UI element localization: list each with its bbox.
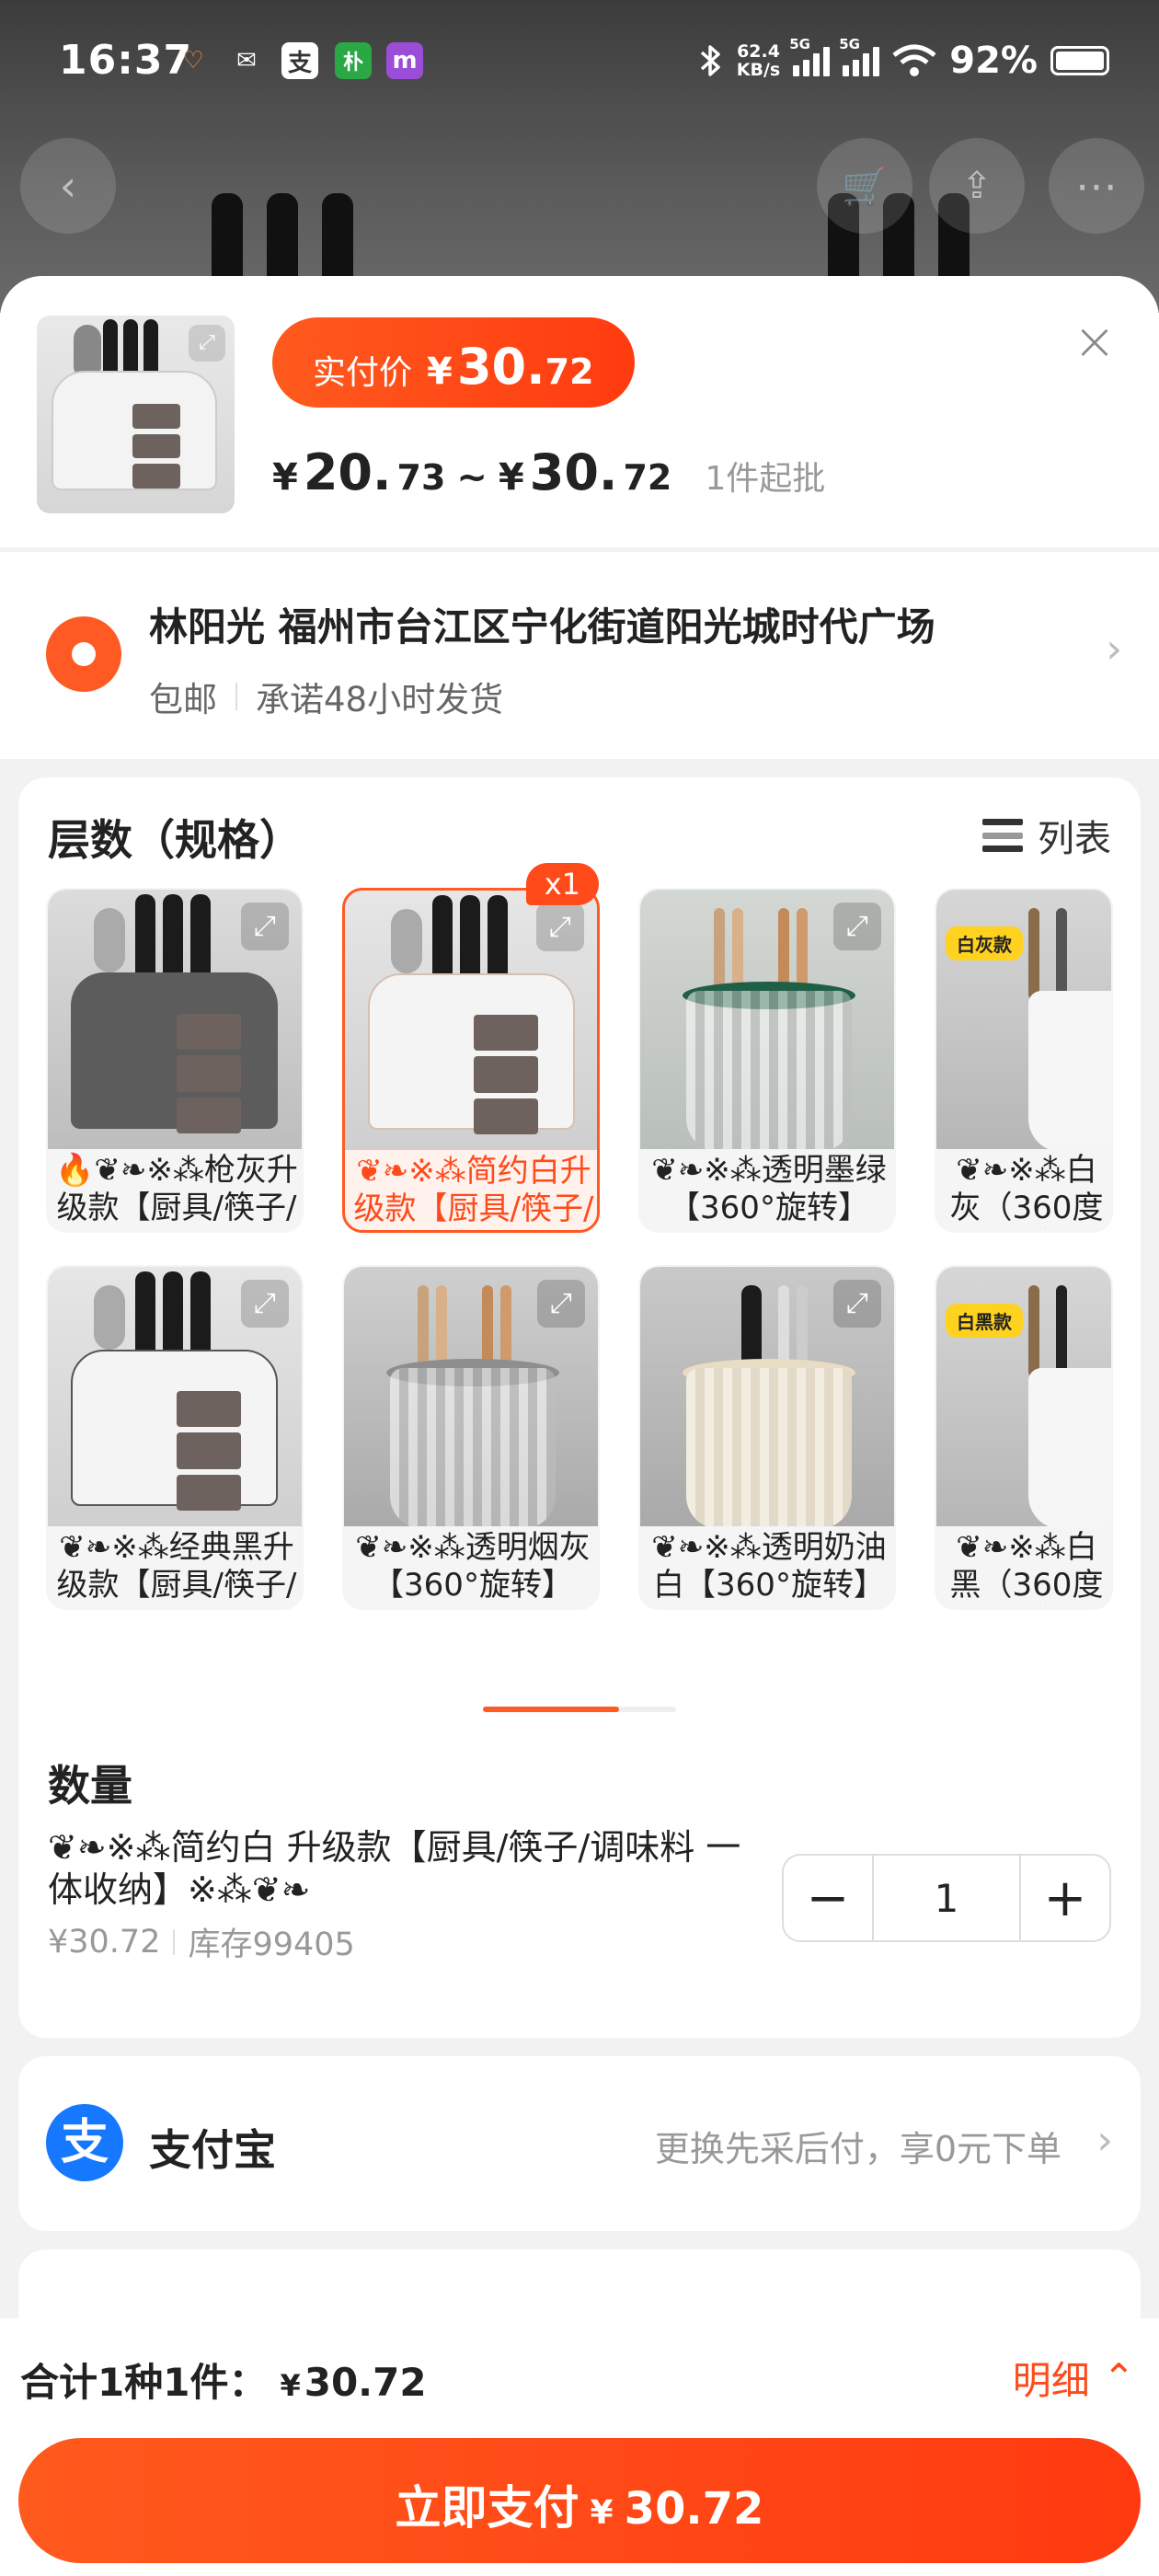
- order-total: 合计1种1件： ¥30.72: [20, 2360, 427, 2405]
- payment-method-row[interactable]: 支 支付宝 更换先采后付，享0元下单 ›: [18, 2056, 1141, 2231]
- divider: [235, 683, 237, 710]
- price-range: ¥20. 73 ~ ¥30. 72 1件起批: [272, 443, 826, 501]
- m-app-icon: m: [386, 42, 423, 79]
- payment-method-name: 支付宝: [149, 2125, 276, 2175]
- unit-price: ¥30.72: [48, 1923, 161, 1961]
- paid-price-label: 实付价: [313, 354, 413, 392]
- status-time: 16:37: [59, 37, 193, 84]
- expand-icon[interactable]: ⤢: [241, 1280, 289, 1328]
- shipping-promise-text: 承诺48小时发货: [256, 680, 504, 719]
- expand-icon[interactable]: ⤢: [536, 903, 584, 951]
- spec-option[interactable]: ⤢ 🔥❦❧※⁂枪灰升级款【厨具/筷子/调味料 一体收纳】: [46, 888, 304, 1233]
- minus-icon: −: [806, 1868, 850, 1928]
- spec-option-label: ❦❧※⁂透明奶油白【360°旋转】: [651, 1529, 887, 1604]
- spec-title: 层数（规格）: [48, 815, 302, 865]
- list-icon: [982, 815, 1023, 856]
- spec-option-label: ❦❧※⁂白灰（360度旋转）: [949, 1152, 1104, 1229]
- expand-icon[interactable]: ⤢: [189, 325, 225, 362]
- selected-item-name: ❦❧※⁂简约白 升级款【厨具/筷子/调味料 一体收纳】※⁂❦❧: [48, 1827, 741, 1910]
- quantity-input[interactable]: 1: [872, 1856, 1021, 1940]
- payment-hint: 更换先采后付，享0元下单: [654, 2129, 1061, 2169]
- spec-option[interactable]: ⤢ ❦❧※⁂经典黑升级款【厨具/筷子/调味料 一体收纳】: [46, 1265, 304, 1610]
- pdd-app-icon: 朴: [335, 42, 372, 79]
- battery-percent: 92%: [949, 40, 1038, 82]
- expand-icon[interactable]: ⤢: [241, 903, 289, 950]
- selected-quantity-badge: x1: [525, 863, 599, 905]
- spec-option[interactable]: ⤢ ❦❧※⁂透明墨绿【360°旋转】: [638, 888, 896, 1233]
- paid-price-value: ¥ 30.72: [427, 338, 594, 396]
- spec-option[interactable]: ⤢ ❦❧※⁂透明奶油白【360°旋转】: [638, 1265, 896, 1610]
- sku-sheet: ⤢ 实付价 ¥ 30.72 ¥20. 73 ~ ¥30. 72 1件起批 × 林阳光…: [0, 276, 1159, 2576]
- option-tag: 白黑款: [946, 1304, 1023, 1338]
- spec-option[interactable]: 白灰款 ❦❧※⁂白灰（360度旋转）: [935, 888, 1113, 1233]
- back-button[interactable]: ‹: [20, 138, 116, 234]
- plus-icon: +: [1043, 1868, 1087, 1928]
- signal-icon: 5G: [839, 36, 880, 76]
- chevron-right-icon: ›: [1106, 626, 1122, 673]
- bluetooth-icon: [700, 45, 720, 76]
- spec-option-label: ❦❧※⁂简约白升级款【厨具/筷子/调味料 一体收纳】: [353, 1153, 594, 1230]
- signal-icon: 5G: [789, 36, 831, 76]
- spec-option-label: 🔥❦❧※⁂枪灰升级款【厨具/筷子/调味料 一体收纳】: [55, 1152, 298, 1229]
- spec-option-label: ❦❧※⁂透明烟灰【360°旋转】: [355, 1529, 591, 1604]
- address-row[interactable]: 林阳光 福州市台江区宁化街道阳光城时代广场 包邮 承诺48小时发货 ›: [0, 552, 1159, 759]
- share-button[interactable]: ⇪: [929, 138, 1025, 234]
- wifi-icon: [892, 44, 936, 76]
- detail-label: 明细: [1012, 2358, 1090, 2403]
- checkout-footer: 合计1种1件： ¥30.72 明细 ⌃ 立即支付 ¥30.72: [0, 2318, 1159, 2576]
- detail-toggle[interactable]: 明细 ⌃: [1013, 2350, 1135, 2406]
- increase-button[interactable]: +: [1021, 1856, 1109, 1940]
- location-pin-icon: [46, 616, 121, 692]
- status-bar: 16:37 ♡ ✉ 支 朴 m 62.4 KB/s 5G 5G 92%: [0, 0, 1159, 120]
- close-icon: ×: [1073, 312, 1117, 372]
- spec-scroll-indicator: [483, 1707, 676, 1712]
- spec-option-label: ❦❧※⁂白黑（360度旋转）: [949, 1529, 1104, 1606]
- more-icon: ⋯: [1075, 161, 1118, 211]
- divider: [173, 1928, 176, 1955]
- list-view-label: 列表: [1038, 818, 1111, 860]
- list-view-toggle[interactable]: 列表: [982, 809, 1111, 862]
- min-order-quantity: 1件起批: [705, 460, 826, 498]
- share-icon: ⇪: [961, 165, 993, 207]
- decrease-button[interactable]: −: [784, 1856, 872, 1940]
- alipay-icon: 支: [46, 2104, 123, 2181]
- product-header: ⤢ 实付价 ¥ 30.72 ¥20. 73 ~ ¥30. 72 1件起批 ×: [0, 276, 1159, 547]
- back-icon: ‹: [59, 161, 77, 211]
- battery-icon: [1050, 46, 1109, 75]
- spec-option-label: ❦❧※⁂透明墨绿【360°旋转】: [651, 1152, 887, 1226]
- spec-option[interactable]: ⤢ ❦❧※⁂透明烟灰【360°旋转】: [342, 1265, 600, 1610]
- taobao-app-icon: ♡: [182, 47, 204, 75]
- free-shipping-text: 包邮: [149, 680, 217, 719]
- cart-button[interactable]: 🛒: [817, 138, 912, 234]
- spec-option-selected[interactable]: ⤢ x1 ❦❧※⁂简约白升级款【厨具/筷子/调味料 一体收纳】: [342, 863, 600, 1233]
- spec-option-label: ❦❧※⁂经典黑升级款【厨具/筷子/调味料 一体收纳】: [56, 1529, 297, 1606]
- quantity-title: 数量: [48, 1761, 132, 1811]
- net-speed: 62.4 KB/s: [736, 41, 781, 80]
- paid-price-pill: 实付价 ¥ 30.72: [272, 317, 635, 408]
- expand-icon[interactable]: ⤢: [833, 903, 881, 950]
- spec-card: 层数（规格） 列表 ⤢ 🔥❦❧※⁂枪灰升级款【厨具/筷子/调味料 一体收纳】: [18, 777, 1141, 2038]
- option-tag: 白灰款: [946, 926, 1023, 960]
- more-button[interactable]: ⋯: [1049, 138, 1144, 234]
- product-thumbnail[interactable]: ⤢: [37, 316, 235, 513]
- pay-now-button[interactable]: 立即支付 ¥30.72: [18, 2438, 1141, 2563]
- wechat-app-icon: ✉: [236, 47, 257, 75]
- close-button[interactable]: ×: [1069, 316, 1120, 368]
- chevron-up-icon: ⌃: [1102, 2355, 1135, 2400]
- spec-option[interactable]: 白黑款 ❦❧※⁂白黑（360度旋转）: [935, 1265, 1113, 1610]
- quantity-stepper[interactable]: − 1 +: [782, 1854, 1111, 1942]
- expand-icon[interactable]: ⤢: [537, 1280, 585, 1328]
- chevron-right-icon: ›: [1096, 2117, 1113, 2164]
- expand-icon[interactable]: ⤢: [833, 1280, 881, 1328]
- stock-count: 库存99405: [188, 1926, 355, 1963]
- address-text: 林阳光 福州市台江区宁化街道阳光城时代广场: [149, 604, 935, 650]
- alipay-app-icon: 支: [281, 42, 318, 79]
- cart-icon: 🛒: [842, 165, 888, 208]
